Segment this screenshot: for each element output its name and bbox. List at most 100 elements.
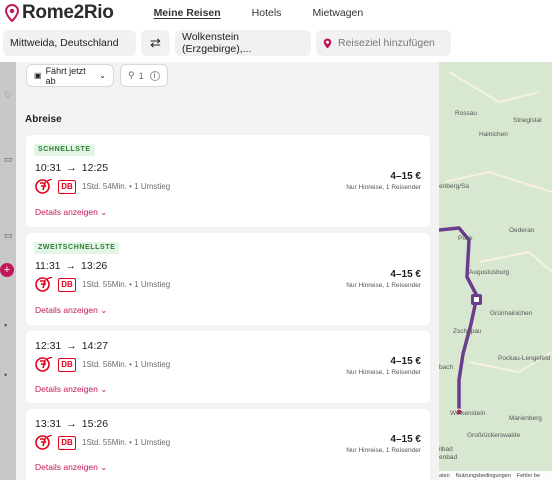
map-label: Zschopau (453, 328, 482, 335)
route-price-note: Nur Hinreise, 1 Reisender (346, 282, 421, 289)
chevron-down-icon: ⌄ (100, 462, 108, 472)
departure-time: 10:31 (35, 162, 62, 174)
info-icon: i (149, 70, 160, 81)
route-operators: DB 1Std. 55Min. • 1 Umstieg (35, 435, 170, 450)
map-label: Wolkenstein (450, 410, 486, 417)
chevron-down-icon: ⌄ (100, 384, 108, 394)
map-label: enberg/Sa (439, 183, 469, 190)
sidebar-icon: ▪ (4, 320, 8, 330)
route-duration-transfers: 1Std. 56Min. • 1 Umstieg (82, 360, 171, 369)
map-label: Pock (458, 235, 473, 242)
route-badge: SCHNELLSTE (34, 144, 95, 156)
route-price-note: Nur Hinreise, 1 Reisender (346, 369, 421, 376)
sidebar-icon: ▭ (4, 154, 13, 164)
chevron-down-icon: ⌄ (100, 207, 108, 217)
map-label: ilbad (439, 446, 453, 453)
section-title-departure: Abreise (25, 114, 62, 125)
arrival-time: 13:26 (81, 260, 108, 272)
route-duration-transfers: 1Std. 54Min. • 1 Umstieg (82, 182, 171, 191)
regional-train-icon (35, 277, 53, 292)
add-icon[interactable]: + (0, 263, 14, 277)
route-duration-transfers: 1Std. 55Min. • 1 Umstieg (82, 280, 171, 289)
route-times: 11:31 → 13:26 (35, 260, 107, 272)
filter-bar: ▣ Fährt jetzt ab ⌄ ⚲ 1 i (16, 62, 439, 92)
origin-field[interactable]: Mittweida, Deutschland (3, 30, 136, 56)
report-error-link[interactable]: Fehler be (517, 473, 540, 479)
map-label: bach (439, 364, 454, 371)
db-logo: DB (58, 357, 76, 372)
details-link[interactable]: Details anzeigen ⌄ (35, 207, 107, 218)
departure-time: 12:31 (35, 340, 62, 352)
db-logo: DB (58, 179, 76, 194)
add-destination-field[interactable]: Reiseziel hinzufügen (316, 30, 451, 56)
departure-time: 13:31 (35, 418, 62, 430)
details-label: Details anzeigen (35, 384, 98, 394)
nav-car-rental[interactable]: Mietwagen (312, 7, 363, 19)
arrival-time: 14:27 (81, 340, 109, 352)
arrow-right-icon: → (66, 340, 77, 352)
route-price: 4–15 € (390, 171, 421, 182)
route-map[interactable]: Rossau Hainichen Striegistal Oederan Aug… (439, 62, 552, 480)
calendar-icon: ▣ (34, 71, 42, 80)
passenger-count: 1 (138, 70, 144, 81)
route-card[interactable]: 13:31 → 15:26 DB 1Std. 55Min. • 1 Umstieg … (26, 409, 430, 480)
sidebar-icon: ♡ (4, 90, 13, 100)
route-card[interactable]: 12:31 → 14:27 DB 1Std. 56Min. • 1 Umstieg … (26, 331, 430, 403)
map-label: Striegistal (513, 117, 542, 124)
details-link[interactable]: Details anzeigen ⌄ (35, 462, 107, 473)
terms-link[interactable]: Nutzungsbedingungen (456, 473, 511, 479)
route-duration-transfers: 1Std. 55Min. • 1 Umstieg (82, 438, 171, 447)
regional-train-icon (35, 357, 53, 372)
map-label: Oederan (509, 227, 535, 234)
route-operators: DB 1Std. 56Min. • 1 Umstieg (35, 357, 170, 372)
route-price: 4–15 € (390, 434, 421, 445)
arrival-time: 15:26 (81, 418, 109, 430)
sidebar-icon: • (4, 370, 8, 380)
db-logo: DB (58, 435, 76, 450)
details-link[interactable]: Details anzeigen ⌄ (35, 384, 107, 395)
route-price-note: Nur Hinreise, 1 Reisender (346, 184, 421, 191)
brand-logo[interactable]: Rome2Rio (5, 2, 114, 24)
chevron-down-icon: ⌄ (100, 305, 108, 315)
arrow-right-icon: → (66, 162, 77, 174)
details-label: Details anzeigen (35, 462, 98, 472)
details-label: Details anzeigen (35, 207, 98, 217)
arrival-time: 12:25 (81, 162, 109, 174)
destination-field[interactable]: Wolkenstein (Erzgebirge),... (175, 30, 311, 56)
swap-button[interactable]: ⇄ (141, 30, 170, 56)
route-price-note: Nur Hinreise, 1 Reisender (346, 447, 421, 454)
route-badge: ZWEITSCHNELLSTE (34, 242, 120, 254)
departure-time-label: Fährt jetzt ab (45, 65, 86, 86)
details-label: Details anzeigen (35, 305, 98, 315)
map-label: Rossau (455, 110, 478, 117)
chevron-down-icon: ⌄ (99, 71, 106, 80)
route-price: 4–15 € (390, 356, 421, 367)
passenger-selector[interactable]: ⚲ 1 i (120, 64, 168, 87)
route-times: 13:31 → 15:26 (35, 418, 108, 430)
map-label: Großrückerswalde (467, 432, 521, 439)
arrow-right-icon: → (65, 260, 77, 272)
search-bar: Mittweida, Deutschland ⇄ Wolkenstein (Er… (0, 26, 552, 62)
map-label: Augustusburg (469, 269, 510, 276)
departure-time-dropdown[interactable]: ▣ Fährt jetzt ab ⌄ (26, 64, 114, 87)
nav-my-trips[interactable]: Meine Reisen (154, 7, 221, 19)
map-footer-text: aten (439, 472, 450, 479)
person-icon: ⚲ (128, 70, 135, 80)
route-times: 10:31 → 12:25 (35, 162, 108, 174)
route-times: 12:31 → 14:27 (35, 340, 108, 352)
route-card[interactable]: SCHNELLSTE 10:31 → 12:25 DB 1Std. 54Min. •… (26, 135, 430, 227)
nav-hotels[interactable]: Hotels (252, 7, 282, 19)
route-card[interactable]: ZWEITSCHNELLSTE 11:31 → 13:26 DB 1Std. 55M… (26, 233, 430, 325)
map-label: Pockau-Lengefeld (498, 355, 551, 362)
db-logo: DB (58, 277, 76, 292)
top-header: Rome2Rio Meine Reisen Hotels Mietwagen (0, 0, 552, 26)
map-attribution: aten Nutzungsbedingungen Fehler be (439, 471, 552, 480)
details-link[interactable]: Details anzeigen ⌄ (35, 305, 107, 316)
sidebar-icon: ▭ (4, 230, 13, 240)
departure-time: 11:31 (35, 260, 61, 272)
map-label: Marienberg (509, 415, 542, 422)
brand-name: Rome2Rio (22, 2, 114, 23)
left-sidebar: ♡ ▭ ▭ + ▪ • (0, 62, 16, 480)
swap-icon: ⇄ (150, 35, 161, 50)
main-nav: Meine Reisen Hotels Mietwagen (154, 7, 395, 19)
